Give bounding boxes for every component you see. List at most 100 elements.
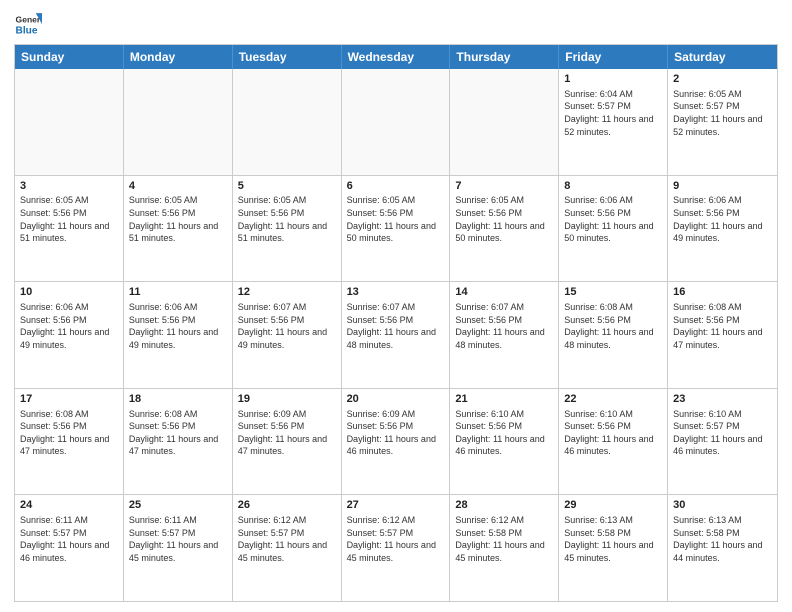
day-content: Sunrise: 6:06 AM Sunset: 5:56 PM Dayligh… (673, 194, 772, 244)
day-cell-10: 10Sunrise: 6:06 AM Sunset: 5:56 PM Dayli… (15, 282, 124, 388)
day-cell-5: 5Sunrise: 6:05 AM Sunset: 5:56 PM Daylig… (233, 176, 342, 282)
day-number: 28 (455, 498, 553, 513)
day-number: 19 (238, 392, 336, 407)
day-number: 2 (673, 72, 772, 87)
header-day-friday: Friday (559, 45, 668, 69)
svg-text:Blue: Blue (16, 25, 38, 36)
day-cell-8: 8Sunrise: 6:06 AM Sunset: 5:56 PM Daylig… (559, 176, 668, 282)
day-content: Sunrise: 6:08 AM Sunset: 5:56 PM Dayligh… (564, 301, 662, 351)
empty-cell (450, 69, 559, 175)
day-cell-29: 29Sunrise: 6:13 AM Sunset: 5:58 PM Dayli… (559, 495, 668, 601)
day-content: Sunrise: 6:05 AM Sunset: 5:56 PM Dayligh… (347, 194, 445, 244)
day-number: 13 (347, 285, 445, 300)
day-content: Sunrise: 6:12 AM Sunset: 5:57 PM Dayligh… (238, 514, 336, 564)
day-cell-19: 19Sunrise: 6:09 AM Sunset: 5:56 PM Dayli… (233, 389, 342, 495)
logo: General Blue (14, 10, 46, 38)
day-content: Sunrise: 6:09 AM Sunset: 5:56 PM Dayligh… (238, 408, 336, 458)
page-container: General Blue SundayMondayTuesdayWednesda… (0, 0, 792, 612)
header: General Blue (14, 10, 778, 38)
day-content: Sunrise: 6:05 AM Sunset: 5:56 PM Dayligh… (455, 194, 553, 244)
calendar: SundayMondayTuesdayWednesdayThursdayFrid… (14, 44, 778, 602)
day-content: Sunrise: 6:07 AM Sunset: 5:56 PM Dayligh… (238, 301, 336, 351)
day-cell-14: 14Sunrise: 6:07 AM Sunset: 5:56 PM Dayli… (450, 282, 559, 388)
day-number: 17 (20, 392, 118, 407)
day-cell-6: 6Sunrise: 6:05 AM Sunset: 5:56 PM Daylig… (342, 176, 451, 282)
day-number: 22 (564, 392, 662, 407)
day-content: Sunrise: 6:09 AM Sunset: 5:56 PM Dayligh… (347, 408, 445, 458)
week-row-2: 3 Sunrise: 6:05 AM Sunset: 5:56 PM Daylig… (15, 176, 777, 283)
day-content: Sunrise: 6:11 AM Sunset: 5:57 PM Dayligh… (129, 514, 227, 564)
day-number: 10 (20, 285, 118, 300)
day-content: Sunrise: 6:05 AM Sunset: 5:56 PM Dayligh… (238, 194, 336, 244)
day-number: 9 (673, 179, 772, 194)
day-number: 30 (673, 498, 772, 513)
day-content: Sunrise: 6:08 AM Sunset: 5:56 PM Dayligh… (673, 301, 772, 351)
week-row-5: 24Sunrise: 6:11 AM Sunset: 5:57 PM Dayli… (15, 495, 777, 601)
day-cell-27: 27Sunrise: 6:12 AM Sunset: 5:57 PM Dayli… (342, 495, 451, 601)
header-day-wednesday: Wednesday (342, 45, 451, 69)
day-cell-15: 15Sunrise: 6:08 AM Sunset: 5:56 PM Dayli… (559, 282, 668, 388)
day-number: 5 (238, 179, 336, 194)
day-content: Sunrise: 6:08 AM Sunset: 5:56 PM Dayligh… (20, 408, 118, 458)
day-number: 18 (129, 392, 227, 407)
header-day-monday: Monday (124, 45, 233, 69)
day-cell-24: 24Sunrise: 6:11 AM Sunset: 5:57 PM Dayli… (15, 495, 124, 601)
day-cell-26: 26Sunrise: 6:12 AM Sunset: 5:57 PM Dayli… (233, 495, 342, 601)
day-number: 11 (129, 285, 227, 300)
day-cell-21: 21Sunrise: 6:10 AM Sunset: 5:56 PM Dayli… (450, 389, 559, 495)
day-number: 21 (455, 392, 553, 407)
day-cell-11: 11Sunrise: 6:06 AM Sunset: 5:56 PM Dayli… (124, 282, 233, 388)
empty-cell (233, 69, 342, 175)
day-content: Sunrise: 6:12 AM Sunset: 5:58 PM Dayligh… (455, 514, 553, 564)
day-number: 8 (564, 179, 662, 194)
day-number: 4 (129, 179, 227, 194)
logo-icon: General Blue (14, 10, 42, 38)
day-content: Sunrise: 6:06 AM Sunset: 5:56 PM Dayligh… (20, 301, 118, 351)
day-number: 27 (347, 498, 445, 513)
day-content: Sunrise: 6:10 AM Sunset: 5:56 PM Dayligh… (564, 408, 662, 458)
day-cell-20: 20Sunrise: 6:09 AM Sunset: 5:56 PM Dayli… (342, 389, 451, 495)
header-day-thursday: Thursday (450, 45, 559, 69)
day-number: 7 (455, 179, 553, 194)
day-number: 24 (20, 498, 118, 513)
day-number: 26 (238, 498, 336, 513)
header-day-sunday: Sunday (15, 45, 124, 69)
day-cell-23: 23Sunrise: 6:10 AM Sunset: 5:57 PM Dayli… (668, 389, 777, 495)
day-number: 15 (564, 285, 662, 300)
day-content: Sunrise: 6:04 AM Sunset: 5:57 PM Dayligh… (564, 88, 662, 138)
week-row-1: 1Sunrise: 6:04 AM Sunset: 5:57 PM Daylig… (15, 69, 777, 176)
day-cell-28: 28Sunrise: 6:12 AM Sunset: 5:58 PM Dayli… (450, 495, 559, 601)
calendar-body: 1Sunrise: 6:04 AM Sunset: 5:57 PM Daylig… (15, 69, 777, 601)
day-cell-12: 12Sunrise: 6:07 AM Sunset: 5:56 PM Dayli… (233, 282, 342, 388)
day-number: 14 (455, 285, 553, 300)
day-content: Sunrise: 6:10 AM Sunset: 5:56 PM Dayligh… (455, 408, 553, 458)
day-content: Sunrise: 6:06 AM Sunset: 5:56 PM Dayligh… (129, 301, 227, 351)
day-cell-22: 22Sunrise: 6:10 AM Sunset: 5:56 PM Dayli… (559, 389, 668, 495)
day-cell-7: 7Sunrise: 6:05 AM Sunset: 5:56 PM Daylig… (450, 176, 559, 282)
day-cell-13: 13Sunrise: 6:07 AM Sunset: 5:56 PM Dayli… (342, 282, 451, 388)
day-content: Sunrise: 6:07 AM Sunset: 5:56 PM Dayligh… (347, 301, 445, 351)
day-cell-30: 30Sunrise: 6:13 AM Sunset: 5:58 PM Dayli… (668, 495, 777, 601)
day-number: 6 (347, 179, 445, 194)
day-content: Sunrise: 6:08 AM Sunset: 5:56 PM Dayligh… (129, 408, 227, 458)
day-content: Sunrise: 6:12 AM Sunset: 5:57 PM Dayligh… (347, 514, 445, 564)
day-cell-9: 9Sunrise: 6:06 AM Sunset: 5:56 PM Daylig… (668, 176, 777, 282)
day-number: 16 (673, 285, 772, 300)
day-content: Sunrise: 6:10 AM Sunset: 5:57 PM Dayligh… (673, 408, 772, 458)
day-cell-4: 4Sunrise: 6:05 AM Sunset: 5:56 PM Daylig… (124, 176, 233, 282)
week-row-4: 17Sunrise: 6:08 AM Sunset: 5:56 PM Dayli… (15, 389, 777, 496)
day-content: Sunrise: 6:11 AM Sunset: 5:57 PM Dayligh… (20, 514, 118, 564)
day-content: Sunrise: 6:13 AM Sunset: 5:58 PM Dayligh… (673, 514, 772, 564)
day-number: 3 (20, 179, 118, 194)
day-number: 29 (564, 498, 662, 513)
day-number: 12 (238, 285, 336, 300)
day-cell-1: 1Sunrise: 6:04 AM Sunset: 5:57 PM Daylig… (559, 69, 668, 175)
empty-cell (342, 69, 451, 175)
day-number: 23 (673, 392, 772, 407)
day-cell-17: 17Sunrise: 6:08 AM Sunset: 5:56 PM Dayli… (15, 389, 124, 495)
day-content: Sunrise: 6:05 AM Sunset: 5:57 PM Dayligh… (673, 88, 772, 138)
day-number: 1 (564, 72, 662, 87)
day-cell-18: 18Sunrise: 6:08 AM Sunset: 5:56 PM Dayli… (124, 389, 233, 495)
day-cell-25: 25Sunrise: 6:11 AM Sunset: 5:57 PM Dayli… (124, 495, 233, 601)
day-cell-3: 3Sunrise: 6:05 AM Sunset: 5:56 PM Daylig… (15, 176, 124, 282)
